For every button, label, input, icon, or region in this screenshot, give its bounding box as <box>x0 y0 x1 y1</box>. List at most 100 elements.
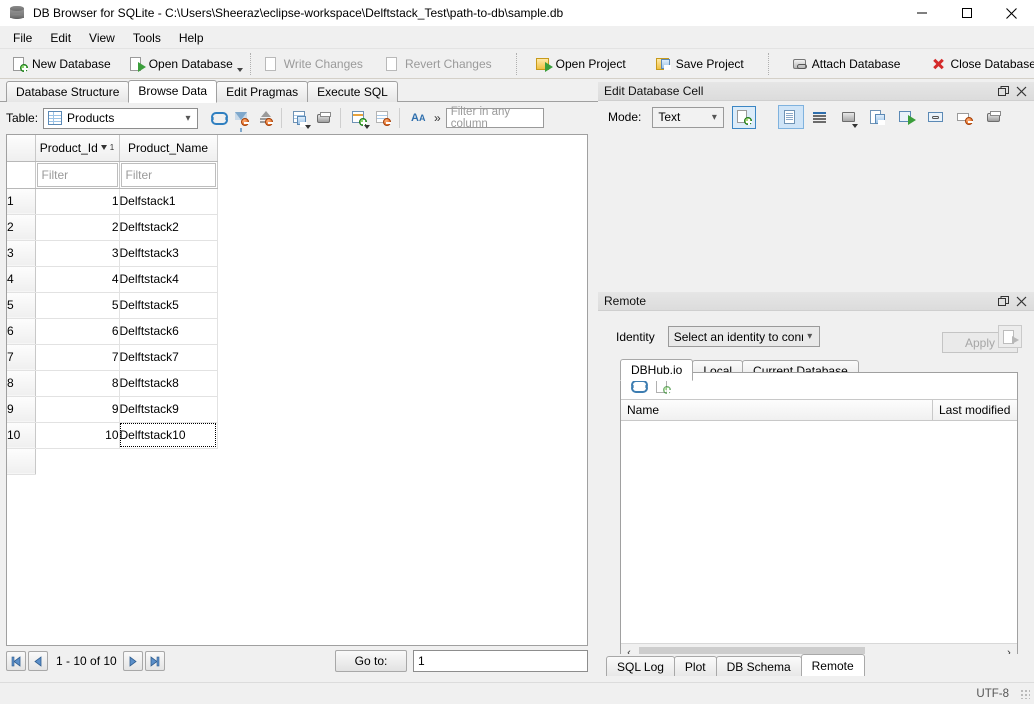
edit-cell-close-button[interactable] <box>1012 83 1030 99</box>
table-row[interactable]: 55Delftstack5 <box>7 292 217 318</box>
row-header[interactable]: 6 <box>7 318 35 344</box>
first-page-button[interactable] <box>6 651 26 671</box>
cell-product-id[interactable]: 3 <box>35 240 119 266</box>
export-to-file-button[interactable] <box>865 105 891 129</box>
cell-product-name[interactable]: Delftstack4 <box>119 266 217 292</box>
find-replace-button[interactable]: AA <box>407 106 429 130</box>
menu-edit[interactable]: Edit <box>41 29 80 47</box>
last-page-button[interactable] <box>145 651 165 671</box>
open-database-dropdown-arrow[interactable] <box>237 53 243 75</box>
cell-product-id[interactable]: 8 <box>35 370 119 396</box>
filter-input-product-id[interactable]: Filter <box>37 163 118 187</box>
push-database-button[interactable] <box>998 325 1022 348</box>
tab-browse-data[interactable]: Browse Data <box>128 80 217 103</box>
bottom-tab-sql-log[interactable]: SQL Log <box>606 656 675 676</box>
menu-file[interactable]: File <box>4 29 41 47</box>
new-database-button[interactable]: New Database <box>6 52 117 76</box>
menu-help[interactable]: Help <box>170 29 213 47</box>
remote-close-button[interactable] <box>1012 293 1030 309</box>
text-mode-button[interactable] <box>778 105 804 129</box>
apply-data-button[interactable] <box>732 106 756 129</box>
identity-select[interactable]: Select an identity to connect ▾ <box>668 326 820 347</box>
import-from-file-button[interactable] <box>836 105 862 129</box>
tab-database-structure[interactable]: Database Structure <box>6 81 129 102</box>
print-button[interactable] <box>313 106 335 130</box>
edit-cell-float-button[interactable] <box>994 83 1012 99</box>
row-header[interactable]: 2 <box>7 214 35 240</box>
insert-record-button[interactable] <box>348 106 370 130</box>
table-row[interactable]: 1010Delftstack10 <box>7 422 217 448</box>
bottom-tab-plot[interactable]: Plot <box>674 656 717 676</box>
close-database-button[interactable]: Close Database <box>924 52 1034 76</box>
mode-select[interactable]: Text ▾ <box>652 107 724 128</box>
remote-column-last-modified[interactable]: Last modified <box>933 400 1017 420</box>
cell-product-name[interactable]: Delftstack7 <box>119 344 217 370</box>
remote-tab-dbhub[interactable]: DBHub.io <box>620 359 693 381</box>
cell-product-name[interactable]: Delftstack10 <box>119 422 217 448</box>
cell-product-id[interactable]: 9 <box>35 396 119 422</box>
open-database-button[interactable]: Open Database <box>123 52 239 76</box>
cell-product-id[interactable]: 4 <box>35 266 119 292</box>
minimize-button[interactable] <box>899 0 944 27</box>
cell-product-id[interactable]: 10 <box>35 422 119 448</box>
open-project-button[interactable]: Open Project <box>530 52 632 76</box>
clear-filters-button[interactable] <box>230 106 252 130</box>
word-wrap-button[interactable] <box>807 105 833 129</box>
table-row[interactable]: 11Delfstack1 <box>7 188 217 214</box>
delete-record-button[interactable] <box>372 106 394 130</box>
row-header[interactable]: 3 <box>7 240 35 266</box>
column-header-product-name[interactable]: Product_Name <box>119 135 217 161</box>
refresh-button[interactable] <box>206 106 228 130</box>
maximize-button[interactable] <box>944 0 989 27</box>
cell-product-name[interactable]: Delftstack5 <box>119 292 217 318</box>
bottom-tab-db-schema[interactable]: DB Schema <box>716 656 802 676</box>
resize-grip-icon[interactable] <box>1019 688 1031 700</box>
filter-input-product-name[interactable]: Filter <box>121 163 216 187</box>
set-as-null-button[interactable] <box>894 105 920 129</box>
row-header[interactable]: 7 <box>7 344 35 370</box>
cell-product-name[interactable]: Delftstack9 <box>119 396 217 422</box>
cell-product-name[interactable]: Delftstack8 <box>119 370 217 396</box>
menu-tools[interactable]: Tools <box>124 29 170 47</box>
save-project-button[interactable]: Save Project <box>650 52 750 76</box>
filter-any-column-input[interactable]: Filter in any column <box>446 108 544 128</box>
table-row[interactable]: 99Delftstack9 <box>7 396 217 422</box>
revert-changes-button[interactable]: Revert Changes <box>379 52 498 76</box>
clear-sorting-button[interactable] <box>254 106 276 130</box>
bottom-tab-remote[interactable]: Remote <box>801 654 865 676</box>
tab-edit-pragmas[interactable]: Edit Pragmas <box>216 81 308 102</box>
table-row[interactable]: 44Delftstack4 <box>7 266 217 292</box>
menu-view[interactable]: View <box>80 29 124 47</box>
remote-float-button[interactable] <box>994 293 1012 309</box>
goto-input[interactable]: 1 <box>413 650 588 672</box>
previous-page-button[interactable] <box>28 651 48 671</box>
expand-toolbar-button[interactable]: » <box>429 111 446 125</box>
table-row[interactable]: 22Delftstack2 <box>7 214 217 240</box>
column-header-product-id[interactable]: Product_Id 1 <box>35 135 119 161</box>
cell-product-name[interactable]: Delftstack6 <box>119 318 217 344</box>
attach-database-button[interactable]: Attach Database <box>786 52 907 76</box>
print-cell-button[interactable] <box>981 105 1007 129</box>
row-header[interactable]: 8 <box>7 370 35 396</box>
table-row[interactable]: 77Delftstack7 <box>7 344 217 370</box>
cell-product-id[interactable]: 7 <box>35 344 119 370</box>
cell-product-name[interactable]: Delftstack2 <box>119 214 217 240</box>
cell-product-name[interactable]: Delfstack1 <box>119 188 217 214</box>
write-changes-button[interactable]: Write Changes <box>258 52 369 76</box>
cell-product-id[interactable]: 5 <box>35 292 119 318</box>
remote-column-name[interactable]: Name <box>621 400 933 420</box>
cell-product-id[interactable]: 1 <box>35 188 119 214</box>
goto-button[interactable]: Go to: <box>335 650 407 672</box>
next-page-button[interactable] <box>123 651 143 671</box>
close-button[interactable] <box>989 0 1034 27</box>
table-row[interactable]: 33Delftstack3 <box>7 240 217 266</box>
row-header[interactable]: 4 <box>7 266 35 292</box>
cell-product-id[interactable]: 2 <box>35 214 119 240</box>
filter-cell-product-name[interactable]: Filter <box>119 161 217 188</box>
cell-product-name[interactable]: Delftstack3 <box>119 240 217 266</box>
tab-execute-sql[interactable]: Execute SQL <box>307 81 398 102</box>
copy-hex-button[interactable] <box>952 105 978 129</box>
table-row[interactable]: 66Delftstack6 <box>7 318 217 344</box>
table-select[interactable]: Products ▾ <box>43 108 198 129</box>
filter-cell-product-id[interactable]: Filter <box>35 161 119 188</box>
